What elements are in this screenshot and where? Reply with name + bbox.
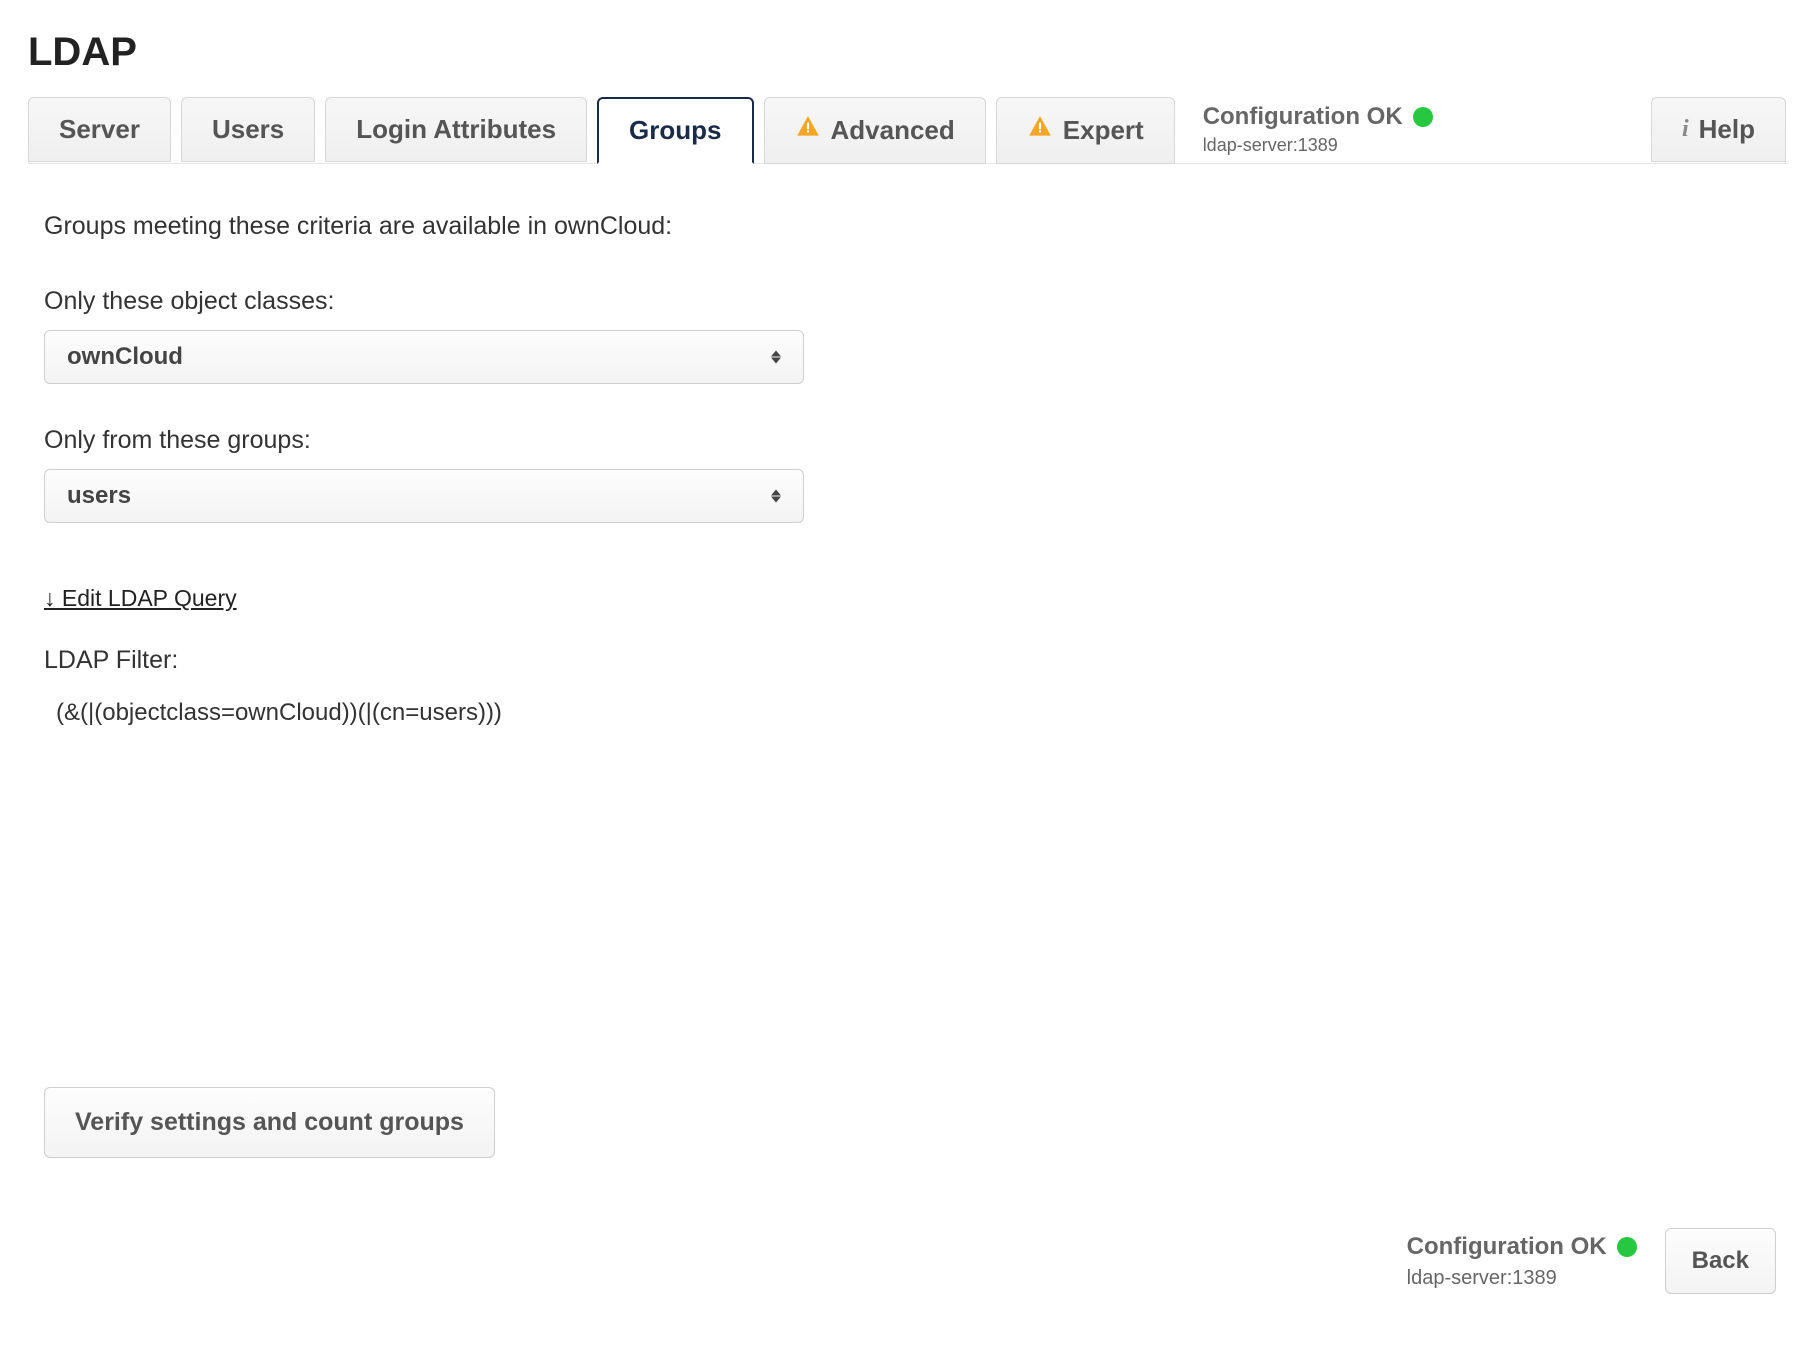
status-ok-icon — [1617, 1237, 1637, 1257]
config-status-host: ldap-server:1389 — [1203, 135, 1433, 156]
status-ok-icon — [1413, 107, 1433, 127]
tab-server[interactable]: Server — [28, 97, 171, 162]
ldap-filter-value: (&(|(objectclass=ownCloud))(|(cn=users))… — [44, 699, 832, 727]
tab-users[interactable]: Users — [181, 97, 315, 162]
back-button[interactable]: Back — [1665, 1228, 1776, 1294]
tab-groups[interactable]: Groups — [597, 97, 753, 164]
select-stepper-icon — [771, 351, 781, 364]
tab-advanced-label: Advanced — [831, 115, 955, 146]
edit-ldap-query-link[interactable]: ↓ Edit LDAP Query — [44, 585, 237, 612]
warning-icon — [1027, 114, 1053, 147]
ldap-filter-label: LDAP Filter: — [44, 646, 832, 675]
tab-groups-label: Groups — [629, 115, 721, 146]
select-stepper-icon — [771, 490, 781, 503]
tab-server-label: Server — [59, 114, 140, 145]
verify-settings-button[interactable]: Verify settings and count groups — [44, 1087, 495, 1158]
page-title: LDAP — [28, 30, 1786, 75]
tab-expert[interactable]: Expert — [996, 97, 1175, 164]
groups-label: Only from these groups: — [44, 426, 832, 455]
groups-select[interactable]: users — [44, 469, 804, 523]
tab-help[interactable]: i Help — [1651, 97, 1786, 162]
objectclass-select[interactable]: ownCloud — [44, 330, 804, 384]
warning-icon — [795, 114, 821, 147]
config-status-text: Configuration OK — [1203, 103, 1403, 131]
info-icon: i — [1682, 116, 1689, 143]
tab-login-attributes[interactable]: Login Attributes — [325, 97, 587, 162]
tab-users-label: Users — [212, 114, 284, 145]
tab-login-attributes-label: Login Attributes — [356, 114, 556, 145]
groups-intro: Groups meeting these criteria are availa… — [44, 212, 832, 241]
config-status: Configuration OK ldap-server:1389 — [1185, 97, 1443, 156]
footer-config-status-host: ldap-server:1389 — [1407, 1267, 1637, 1290]
groups-value: users — [67, 482, 131, 509]
footer-config-status: Configuration OK ldap-server:1389 — [1407, 1233, 1637, 1290]
footer: Configuration OK ldap-server:1389 Back — [28, 1228, 1786, 1294]
groups-panel: Groups meeting these criteria are availa… — [28, 164, 848, 1158]
footer-config-status-text: Configuration OK — [1407, 1233, 1607, 1261]
tab-advanced[interactable]: Advanced — [764, 97, 986, 164]
tab-expert-label: Expert — [1063, 115, 1144, 146]
objectclass-label: Only these object classes: — [44, 287, 832, 316]
tab-help-label: Help — [1699, 114, 1755, 145]
tabbar: Server Users Login Attributes Groups Adv… — [28, 97, 1786, 164]
objectclass-value: ownCloud — [67, 343, 183, 370]
